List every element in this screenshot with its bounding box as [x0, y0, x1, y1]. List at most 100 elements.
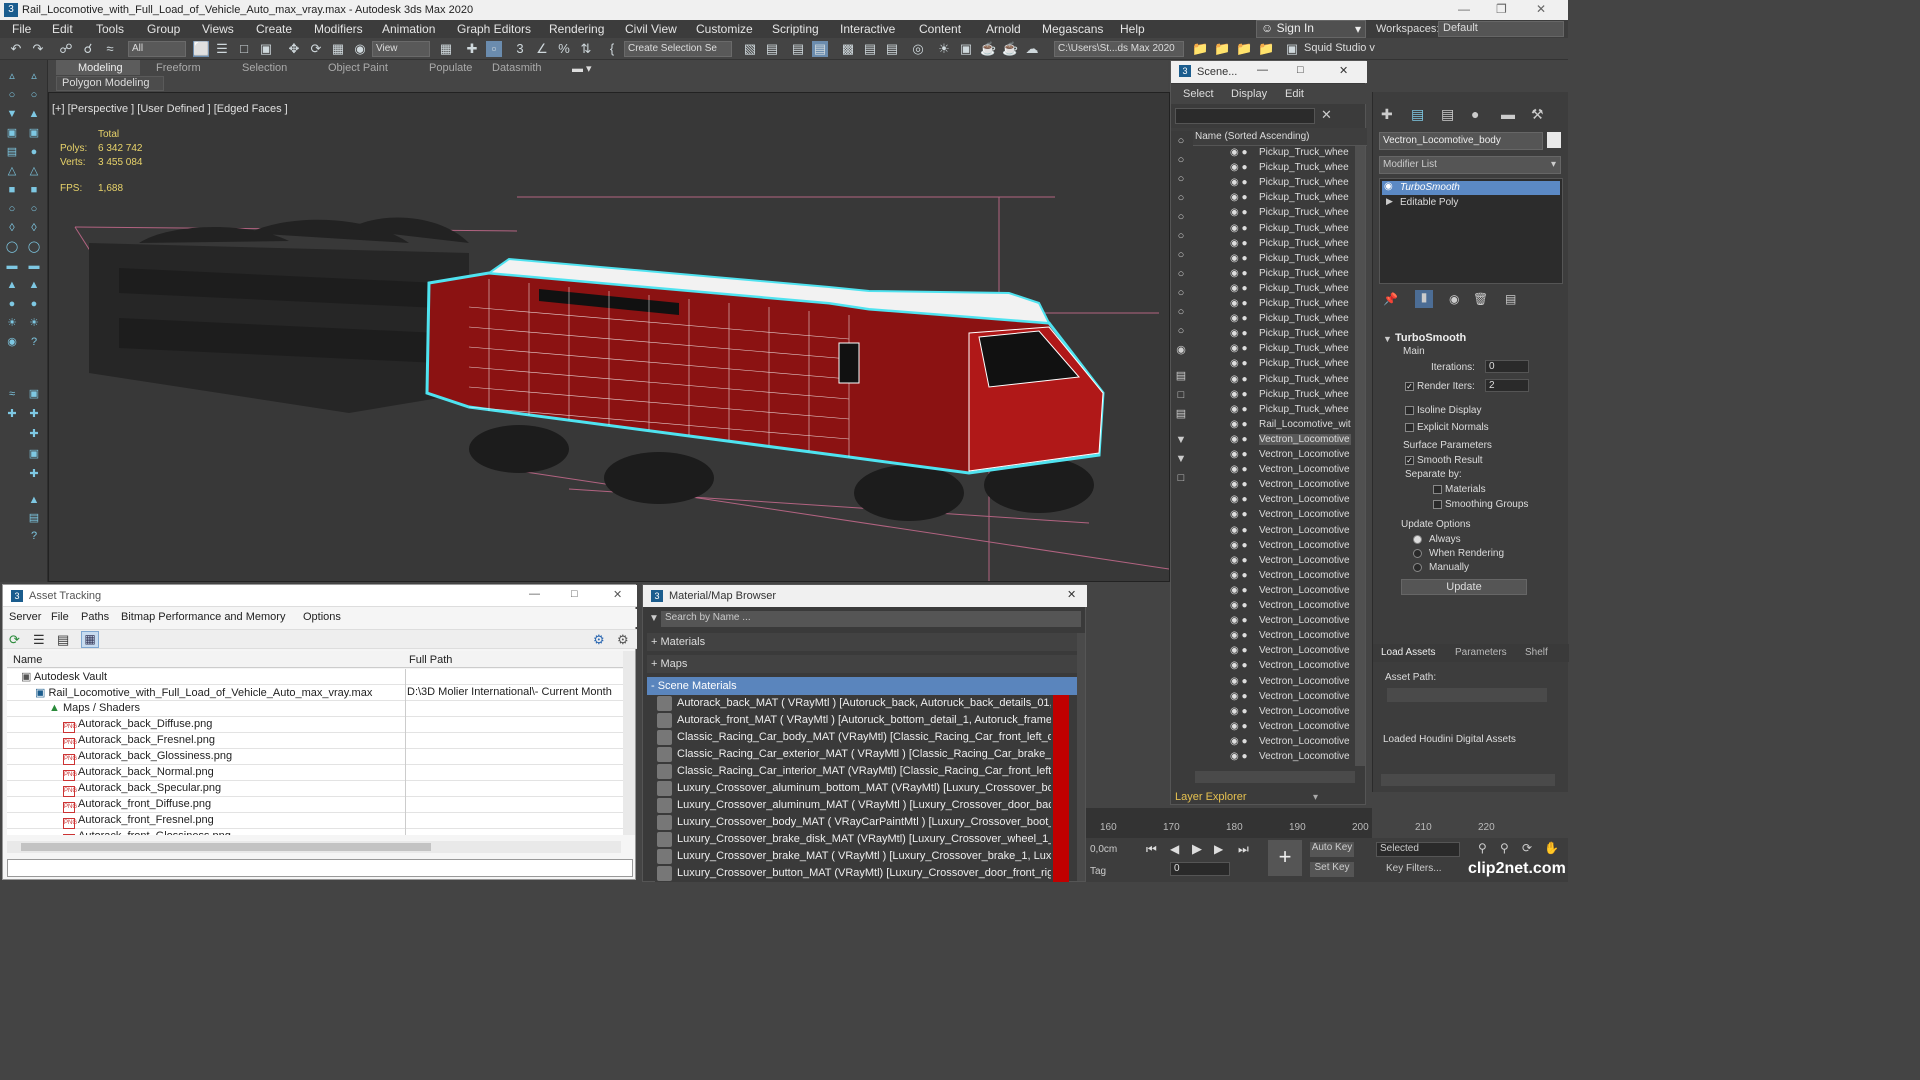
- material-row[interactable]: Classic_Racing_Car_interior_MAT (VRayMtl…: [655, 763, 1069, 780]
- asset-row[interactable]: PNGAutorack_back_Fresnel.png: [7, 733, 623, 749]
- scene-list-item[interactable]: ◉ ● Pickup_Truck_whee: [1195, 312, 1355, 327]
- toggle-layer-explorer-icon[interactable]: ▤: [812, 41, 828, 57]
- visibility-eye-icon[interactable]: ◉ ●: [1230, 721, 1248, 732]
- tool-icon[interactable]: ◊: [26, 220, 42, 236]
- utilities-tab-icon[interactable]: ⚒: [1531, 106, 1544, 123]
- menu-megascans[interactable]: Megascans: [1042, 22, 1103, 36]
- tool-icon[interactable]: ○: [26, 201, 42, 217]
- menu-animation[interactable]: Animation: [382, 22, 435, 36]
- visibility-eye-icon[interactable]: ◉ ●: [1230, 358, 1248, 369]
- move-icon[interactable]: ✥: [286, 41, 302, 57]
- visibility-eye-icon[interactable]: ◉ ●: [1230, 479, 1248, 490]
- visibility-eye-icon[interactable]: ◉ ●: [1230, 223, 1248, 234]
- tool-icon[interactable]: ◯: [26, 239, 42, 255]
- goto-start-icon[interactable]: ⏮: [1146, 842, 1157, 857]
- material-row[interactable]: Luxury_Crossover_aluminum_MAT ( VRayMtl …: [655, 797, 1069, 814]
- help-icon[interactable]: ?: [26, 528, 42, 544]
- menu-civil-view[interactable]: Civil View: [625, 22, 677, 36]
- perspective-viewport[interactable]: [48, 92, 1170, 582]
- visibility-eye-icon[interactable]: ◉ ●: [1230, 570, 1248, 581]
- select-by-name-icon[interactable]: ☰: [214, 41, 230, 57]
- ribbon-tab-selection[interactable]: Selection: [242, 62, 287, 74]
- scene-list-item[interactable]: ◉ ● Vectron_Locomotive: [1195, 463, 1355, 478]
- scene-list-item[interactable]: ◉ ● Pickup_Truck_whee: [1195, 176, 1355, 191]
- current-frame-field[interactable]: 0: [1170, 862, 1230, 876]
- material-row[interactable]: Luxury_Crossover_brake_disk_MAT (VRayMtl…: [655, 831, 1069, 848]
- bind-spacewarp-icon[interactable]: ≈: [102, 41, 118, 57]
- display-lights-icon[interactable]: ○: [1173, 190, 1189, 206]
- visibility-eye-icon[interactable]: ◉ ●: [1230, 313, 1248, 324]
- scene-list-item[interactable]: ◉ ● Vectron_Locomotive: [1195, 705, 1355, 720]
- snaps-toggle-icon[interactable]: 3: [512, 41, 528, 57]
- visibility-eye-icon[interactable]: ◉ ●: [1230, 555, 1248, 566]
- auto-key-button[interactable]: Auto Key: [1310, 842, 1354, 857]
- scene-list-scrollbar[interactable]: [1355, 146, 1365, 766]
- asset-row[interactable]: PNGAutorack_front_Diffuse.png: [7, 797, 623, 813]
- scene-list-item[interactable]: ◉ ● Vectron_Locomotive: [1195, 493, 1355, 508]
- named-selection-select[interactable]: Create Selection Se: [624, 41, 732, 57]
- materials-checkbox[interactable]: [1433, 485, 1442, 494]
- clear-search-icon[interactable]: ✕: [1321, 107, 1332, 123]
- render-iterative-icon[interactable]: ☕: [1002, 41, 1018, 57]
- smooth-result-checkbox[interactable]: ✓: [1405, 456, 1414, 465]
- tool-icon[interactable]: ▼: [4, 106, 20, 122]
- visibility-eye-icon[interactable]: ◉ ●: [1230, 706, 1248, 717]
- display-eye-icon[interactable]: ◉: [1173, 342, 1189, 358]
- vault-icon[interactable]: ⚙: [593, 632, 605, 648]
- material-row[interactable]: Autorack_front_MAT ( VRayMtl ) [Autoruck…: [655, 712, 1069, 729]
- visibility-eye-icon[interactable]: ◉ ●: [1230, 585, 1248, 596]
- visibility-eye-icon[interactable]: ◉ ●: [1230, 736, 1248, 747]
- asset-row[interactable]: PNGAutorack_back_Specular.png: [7, 781, 623, 797]
- display-groups-icon[interactable]: ○: [1173, 266, 1189, 282]
- ribbon-options-icon[interactable]: ▬ ▾: [572, 62, 592, 75]
- tool-icon[interactable]: ✚: [26, 426, 42, 442]
- tool-icon[interactable]: △: [26, 163, 42, 179]
- asset-hscrollbar[interactable]: [7, 841, 621, 853]
- visibility-eye-icon[interactable]: ◉ ●: [1230, 676, 1248, 687]
- tool-icon[interactable]: ▬: [26, 258, 42, 274]
- display-cameras-icon[interactable]: ○: [1173, 209, 1189, 225]
- visibility-eye-icon[interactable]: ◉ ●: [1230, 268, 1248, 279]
- object-name-field[interactable]: Vectron_Locomotive_body: [1379, 132, 1543, 150]
- menu-file[interactable]: File: [12, 22, 31, 36]
- material-row[interactable]: Luxury_Crossover_body_MAT ( VRayCarPaint…: [655, 814, 1069, 831]
- scene-list-item[interactable]: ◉ ● Vectron_Locomotive: [1195, 690, 1355, 705]
- zoom-all-icon[interactable]: ⚲: [1500, 841, 1509, 855]
- close-icon[interactable]: ✕: [1339, 64, 1348, 77]
- display-references-icon[interactable]: ▤: [1173, 406, 1189, 422]
- align-icon[interactable]: ▤: [764, 41, 780, 57]
- asset-menu-file[interactable]: File: [51, 611, 69, 623]
- tool-icon[interactable]: ●: [26, 144, 42, 160]
- hierarchy-tab-icon[interactable]: ▤: [1441, 106, 1454, 123]
- scene-list-item[interactable]: ◉ ● Vectron_Locomotive: [1195, 629, 1355, 644]
- display-spacewarps-icon[interactable]: ○: [1173, 247, 1189, 263]
- tab-parameters[interactable]: Parameters: [1455, 647, 1507, 658]
- rotate-icon[interactable]: ⟳: [308, 41, 324, 57]
- stack-item-editable-poly[interactable]: Editable Poly: [1382, 196, 1560, 210]
- tool-icon[interactable]: ●: [26, 296, 42, 312]
- scene-list-item[interactable]: ◉ ● Pickup_Truck_whee: [1195, 191, 1355, 206]
- scene-list-item[interactable]: ◉ ● Pickup_Truck_whee: [1195, 161, 1355, 176]
- tool-icon[interactable]: ◊: [4, 220, 20, 236]
- menu-arnold[interactable]: Arnold: [986, 22, 1021, 36]
- scene-list-item[interactable]: ◉ ● Vectron_Locomotive: [1195, 675, 1355, 690]
- tool-icon[interactable]: ▣: [26, 125, 42, 141]
- menu-tools[interactable]: Tools: [96, 22, 124, 36]
- tool-icon[interactable]: ≈: [4, 386, 20, 402]
- visibility-eye-icon[interactable]: ◉ ●: [1230, 192, 1248, 203]
- visibility-eye-icon[interactable]: ◉ ●: [1230, 374, 1248, 385]
- ribbon-tab-object-paint[interactable]: Object Paint: [328, 62, 388, 74]
- create-tab-icon[interactable]: ✚: [1381, 106, 1393, 123]
- asset-vscrollbar[interactable]: [623, 651, 635, 835]
- scene-menu-edit[interactable]: Edit: [1285, 88, 1304, 100]
- ribbon-tab-populate[interactable]: Populate: [429, 62, 472, 74]
- tool-icon[interactable]: ◉: [4, 334, 20, 350]
- visibility-eye-icon[interactable]: ◉ ●: [1230, 660, 1248, 671]
- tool-icon[interactable]: ▲: [4, 277, 20, 293]
- tool-icon[interactable]: ☀: [26, 315, 42, 331]
- visibility-eye-icon[interactable]: ◉ ●: [1230, 630, 1248, 641]
- visibility-eye-icon[interactable]: ◉ ●: [1230, 525, 1248, 536]
- section-materials[interactable]: + Materials: [647, 633, 1079, 651]
- rendered-frame-icon[interactable]: ▣: [958, 41, 974, 57]
- material-row[interactable]: Classic_Racing_Car_body_MAT (VRayMtl) [C…: [655, 729, 1069, 746]
